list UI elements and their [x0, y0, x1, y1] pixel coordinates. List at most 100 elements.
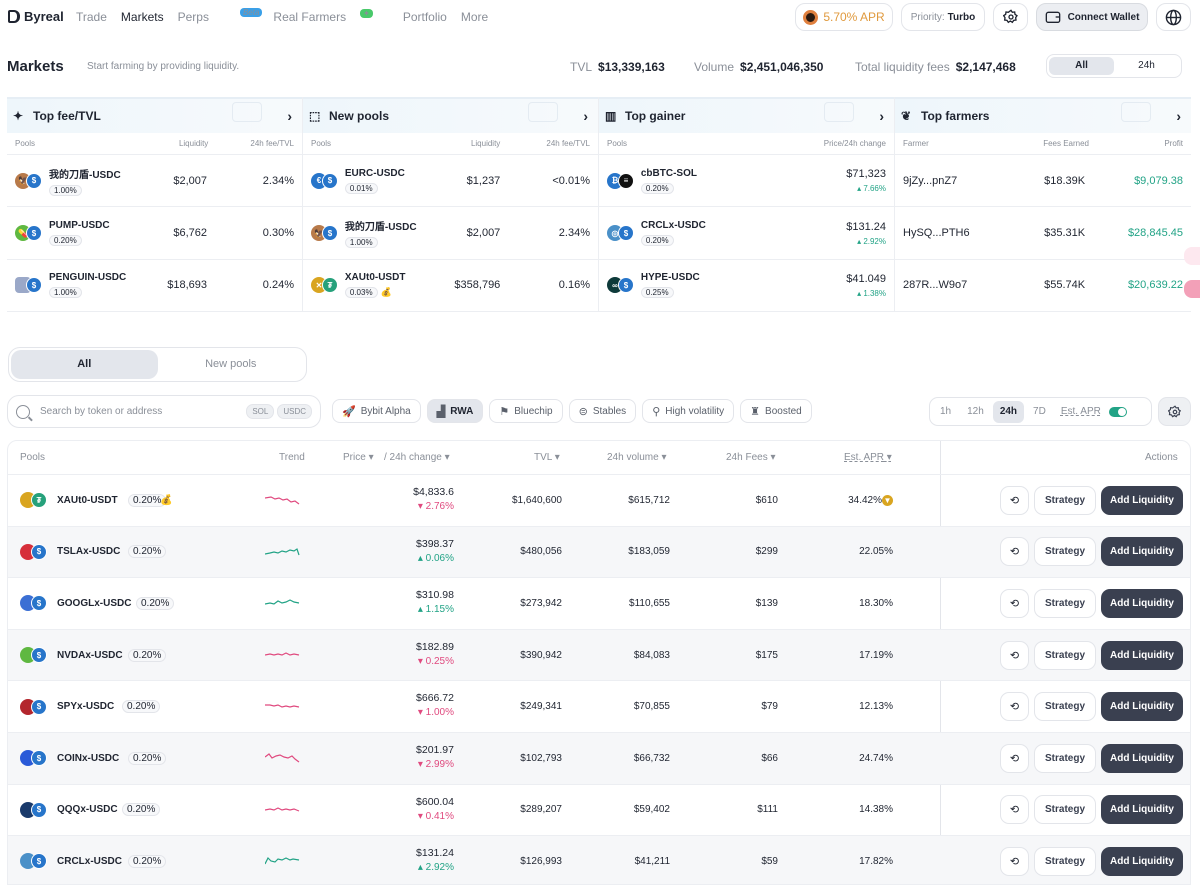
strategy-button[interactable]: Strategy — [1034, 692, 1097, 722]
add-liquidity-button[interactable]: Add Liquidity — [1101, 692, 1183, 722]
quick-token-sol[interactable]: SOL — [246, 404, 275, 419]
th-volume[interactable]: 24h volume ▾ — [607, 452, 667, 463]
pool-name[interactable]: NVDAx-USDC — [57, 650, 123, 661]
table-row[interactable]: ₮ XAUt0-USDT 0.20% 💰 $4,833.6 ▾ 2.76% $1… — [8, 475, 1190, 527]
nav-perps[interactable]: Perps Beta — [178, 8, 263, 24]
list-item[interactable]: $ PENGUIN-USDC 1.00% $18,693 0.24% — [7, 260, 302, 313]
filter-boosted[interactable]: ♜ Boosted — [740, 399, 812, 423]
timeframe-7d[interactable]: 7D — [1026, 401, 1053, 423]
swap-icon-button[interactable]: ⟲ — [1000, 485, 1029, 515]
card-new-pools-header[interactable]: ⬚ New pools › — [303, 97, 598, 133]
strategy-button[interactable]: Strategy — [1034, 588, 1097, 618]
th-change[interactable]: / 24h change ▾ — [384, 452, 450, 463]
swap-icon-button[interactable]: ⟲ — [1000, 537, 1029, 567]
list-item[interactable]: ∞ $ HYPE-USDC 0.25% $41.049 ▴ 1.38% — [599, 260, 894, 313]
swap-icon-button[interactable]: ⟲ — [1000, 743, 1029, 773]
list-item[interactable]: ◎ $ CRCLx-USDC 0.20% $131.24 ▴ 2.92% — [599, 207, 894, 260]
filter-high-volatility[interactable]: ⚲ High volatility — [642, 399, 735, 423]
table-settings-button[interactable] — [1158, 397, 1191, 426]
add-liquidity-button[interactable]: Add Liquidity — [1101, 846, 1183, 876]
add-liquidity-button[interactable]: Add Liquidity — [1101, 588, 1183, 618]
strategy-button[interactable]: Strategy — [1034, 795, 1097, 825]
tab-all[interactable]: All — [11, 350, 158, 379]
range-all[interactable]: All — [1049, 57, 1114, 75]
nav-real-farmers[interactable]: Real Farmers ✦ — [273, 9, 373, 24]
tab-new-pools[interactable]: New pools — [158, 350, 305, 379]
th-fees[interactable]: 24h Fees ▾ — [726, 452, 776, 463]
swap-icon-button[interactable]: ⟲ — [1000, 692, 1029, 722]
swap-icon-button[interactable]: ⟲ — [1000, 640, 1029, 670]
pool-name[interactable]: XAUt0-USDT — [57, 495, 118, 506]
connect-wallet-button[interactable]: Connect Wallet — [1036, 3, 1148, 31]
strategy-button[interactable]: Strategy — [1034, 537, 1097, 567]
th-price[interactable]: Price ▾ — [343, 452, 374, 463]
card-top-fee-header[interactable]: ✦ Top fee/TVL › — [7, 97, 302, 133]
pool-name[interactable]: TSLAx-USDC — [57, 546, 120, 557]
add-liquidity-button[interactable]: Add Liquidity — [1101, 485, 1183, 515]
list-item[interactable]: 🦅 $ 我的刀盾-USDC 1.00% $2,007 2.34% — [7, 155, 302, 208]
filter-bybit-alpha[interactable]: 🚀 Bybit Alpha — [332, 399, 421, 423]
list-item[interactable]: 9jZy...pnZ7 $18.39K $9,079.38 — [895, 155, 1191, 208]
table-row[interactable]: $ GOOGLx-USDC 0.20% $310.98 ▴ 1.15% $273… — [8, 578, 1190, 630]
language-button[interactable] — [1156, 3, 1191, 31]
add-liquidity-button[interactable]: Add Liquidity — [1101, 640, 1183, 670]
add-liquidity-button[interactable]: Add Liquidity — [1101, 537, 1183, 567]
search-bar[interactable]: Search by token or address SOL USDC — [7, 395, 321, 428]
list-item[interactable]: ₿ ≡ cbBTC-SOL 0.20% $71,323 ▴ 7.66% — [599, 155, 894, 208]
card-top-farmers-header[interactable]: ❦ Top farmers › — [895, 97, 1191, 133]
strategy-button[interactable]: Strategy — [1034, 846, 1097, 876]
timeframe-1h[interactable]: 1h — [933, 401, 958, 423]
apr-pill[interactable]: 5.70% APR — [795, 3, 893, 31]
list-item[interactable]: ✕ ₮ XAUt0-USDT 0.03% 💰 $358,796 0.16% — [303, 260, 598, 313]
strategy-button[interactable]: Strategy — [1034, 743, 1097, 773]
list-item[interactable]: 🦅 $ 我的刀盾-USDC 1.00% $2,007 2.34% — [303, 207, 598, 260]
range-24h[interactable]: 24h — [1114, 57, 1179, 75]
add-liquidity-button[interactable]: Add Liquidity — [1101, 795, 1183, 825]
strategy-button[interactable]: Strategy — [1034, 640, 1097, 670]
table-row[interactable]: $ SPYx-USDC 0.20% $666.72 ▾ 1.00% $249,3… — [8, 681, 1190, 733]
est-apr-toggle[interactable] — [1108, 406, 1127, 417]
filter-rwa[interactable]: ▟ RWA — [426, 399, 484, 423]
nav-markets[interactable]: Markets — [121, 10, 164, 24]
table-row[interactable]: $ QQQx-USDC 0.20% $600.04 ▾ 0.41% $289,2… — [8, 785, 1190, 837]
side-avatar-icon[interactable] — [1184, 280, 1200, 298]
priority-selector[interactable]: Priority: Turbo — [901, 3, 985, 31]
brand-logo[interactable]: Byreal — [8, 9, 64, 24]
pool-name[interactable]: CRCLx-USDC — [57, 856, 122, 867]
strategy-button[interactable]: Strategy — [1034, 485, 1097, 515]
side-widget-icon[interactable] — [1184, 247, 1200, 265]
th-tvl[interactable]: TVL ▾ — [534, 452, 560, 463]
card-top-gainer-header[interactable]: ▥ Top gainer › — [599, 97, 894, 133]
th-apr[interactable]: Est. APR ▾ — [844, 452, 892, 463]
swap-icon-button[interactable]: ⟲ — [1000, 588, 1029, 618]
table-row[interactable]: $ TSLAx-USDC 0.20% $398.37 ▴ 0.06% $480,… — [8, 526, 1190, 579]
list-item[interactable]: 287R...W9o7 $55.74K $20,639.22 — [895, 260, 1191, 313]
add-liquidity-button[interactable]: Add Liquidity — [1101, 743, 1183, 773]
quick-token-usdc[interactable]: USDC — [277, 404, 312, 419]
swap-icon-button[interactable]: ⟲ — [1000, 795, 1029, 825]
pool-name[interactable]: COINx-USDC — [57, 753, 119, 764]
pool-name[interactable]: QQQx-USDC — [57, 804, 118, 815]
list-item[interactable]: 💊 $ PUMP-USDC 0.20% $6,762 0.30% — [7, 207, 302, 260]
settings-button[interactable] — [993, 3, 1028, 31]
table-row[interactable]: $ NVDAx-USDC 0.20% $182.89 ▾ 0.25% $390,… — [8, 629, 1190, 682]
nav-trade[interactable]: Trade — [76, 10, 107, 24]
search-input[interactable]: Search by token or address — [40, 406, 243, 417]
list-item[interactable]: € $ EURC-USDC 0.01% $1,237 <0.01% — [303, 155, 598, 208]
table-row[interactable]: $ COINx-USDC 0.20% $201.97 ▾ 2.99% $102,… — [8, 732, 1190, 785]
timeframe-24h[interactable]: 24h — [992, 400, 1025, 423]
list-item[interactable]: HySQ...PTH6 $35.31K $28,845.45 — [895, 207, 1191, 260]
chevron-right-icon[interactable]: › — [583, 108, 588, 124]
pool-name[interactable]: GOOGLx-USDC — [57, 598, 131, 609]
chevron-right-icon[interactable]: › — [287, 108, 292, 124]
nav-more[interactable]: More — [461, 10, 488, 24]
swap-icon-button[interactable]: ⟲ — [1000, 846, 1029, 876]
chevron-right-icon[interactable]: › — [1176, 108, 1181, 124]
filter-stables[interactable]: ⊜ Stables — [568, 399, 637, 423]
table-row[interactable]: $ CRCLx-USDC 0.20% $131.24 ▴ 2.92% $126,… — [8, 836, 1190, 884]
nav-portfolio[interactable]: Portfolio — [403, 10, 447, 24]
filter-bluechip[interactable]: ⚑ Bluechip — [489, 399, 563, 423]
pool-name[interactable]: SPYx-USDC — [57, 701, 114, 712]
timeframe-12h[interactable]: 12h — [960, 401, 991, 423]
chevron-right-icon[interactable]: › — [879, 108, 884, 124]
